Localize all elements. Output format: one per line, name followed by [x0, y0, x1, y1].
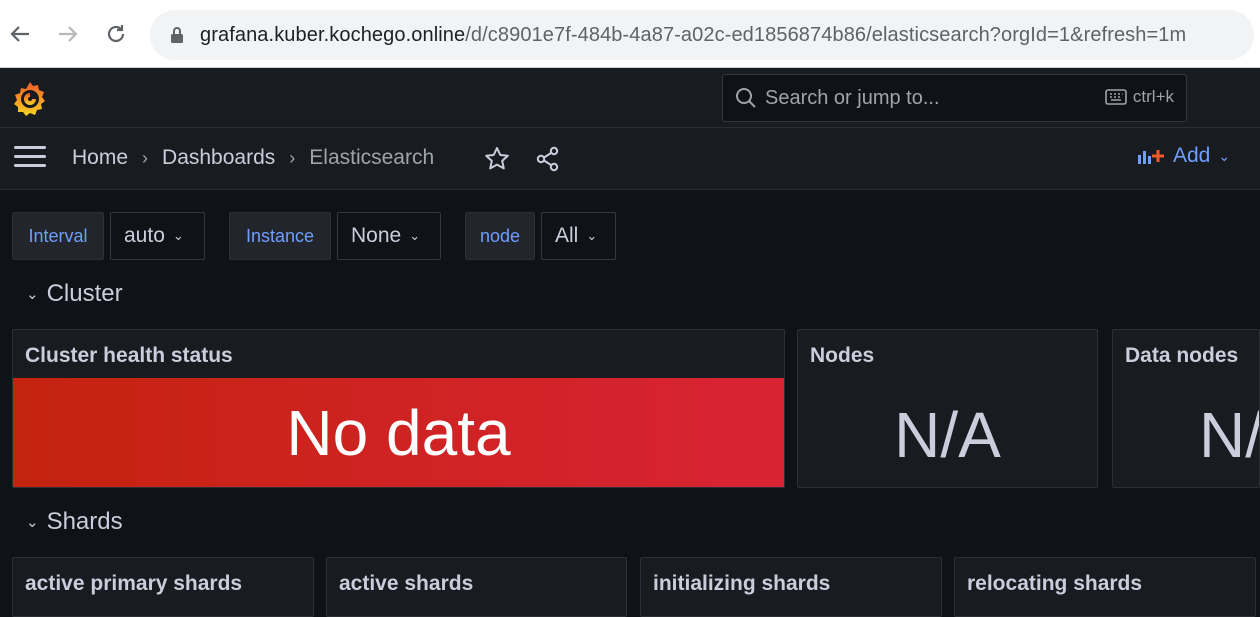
lock-icon: [171, 27, 183, 43]
chevron-down-icon: ⌄: [586, 228, 598, 243]
chevron-right-icon: ›: [289, 147, 296, 168]
search-input[interactable]: Search or jump to... ctrl+k: [722, 74, 1187, 122]
variable-value: auto: [124, 224, 165, 247]
url-host: grafana.kuber.kochego.online: [200, 23, 466, 46]
chevron-down-icon: ⌄: [172, 228, 184, 243]
back-button[interactable]: [4, 18, 36, 50]
share-icon[interactable]: [535, 146, 561, 172]
keyboard-icon: [1105, 89, 1127, 105]
arrow-right-icon: [59, 26, 78, 42]
variable-select-interval[interactable]: auto ⌄: [110, 212, 205, 260]
chevron-down-icon: ⌄: [1218, 147, 1231, 164]
variable-select-instance[interactable]: None ⌄: [337, 212, 441, 260]
stat-value: N/A: [894, 399, 1001, 471]
forward-button[interactable]: [52, 18, 84, 50]
variable-label-node: node: [465, 212, 535, 260]
variable-label-instance: Instance: [229, 212, 331, 260]
search-placeholder: Search or jump to...: [765, 86, 940, 109]
row-toggle-cluster[interactable]: ⌄ Cluster: [26, 280, 123, 308]
chevron-down-icon: ⌄: [26, 286, 39, 303]
panel-title: Cluster health status: [25, 344, 233, 367]
browser-toolbar: grafana.kuber.kochego.online/d/c8901e7f-…: [0, 0, 1260, 68]
breadcrumb: Home › Dashboards › Elasticsearch: [72, 146, 434, 170]
arrow-left-icon: [10, 26, 29, 42]
chevron-down-icon: ⌄: [26, 514, 39, 531]
panel-cluster-health: Cluster health status No data: [12, 329, 785, 488]
chevron-right-icon: ›: [142, 147, 149, 168]
panel-title: initializing shards: [653, 572, 831, 595]
panel-title: Data nodes: [1125, 344, 1239, 367]
panel-title: Nodes: [810, 344, 875, 367]
menu-icon[interactable]: [14, 146, 46, 170]
panel-title: active shards: [339, 572, 474, 595]
stat-value: N/A: [1199, 399, 1259, 471]
breadcrumb-home[interactable]: Home: [72, 146, 128, 170]
variable-select-node[interactable]: All ⌄: [541, 212, 616, 260]
grafana-logo-icon[interactable]: [12, 80, 48, 116]
url-text: grafana.kuber.kochego.online/d/c8901e7f-…: [200, 24, 1186, 47]
reload-button[interactable]: [100, 18, 132, 50]
panel-nodes: Nodes N/A: [797, 329, 1098, 488]
star-icon[interactable]: [484, 146, 510, 172]
reload-icon: [107, 25, 125, 43]
panel-title: active primary shards: [25, 572, 243, 595]
breadcrumb-current: Elasticsearch: [309, 146, 435, 169]
breadcrumb-dashboards[interactable]: Dashboards: [162, 146, 275, 170]
add-button[interactable]: Add ⌄: [1137, 144, 1230, 168]
keyboard-shortcut: ctrl+k: [1105, 87, 1174, 107]
chevron-down-icon: ⌄: [409, 228, 421, 243]
add-label: Add: [1173, 144, 1211, 167]
row-toggle-shards[interactable]: ⌄ Shards: [26, 508, 123, 536]
shortcut-label: ctrl+k: [1132, 87, 1174, 106]
panel-relocating-shards: relocating shards: [954, 557, 1256, 617]
variable-label-interval: Interval: [12, 212, 104, 260]
add-panel-icon: [1138, 150, 1164, 164]
panel-data-nodes: Data nodes N/A: [1112, 329, 1260, 488]
variable-value: None: [351, 224, 402, 247]
panel-initializing-shards: initializing shards: [640, 557, 942, 617]
no-data-value: No data: [13, 378, 784, 487]
grafana-topbar: Search or jump to... ctrl+k: [0, 68, 1260, 128]
breadcrumb-bar: Home › Dashboards › Elasticsearch Add ⌄: [0, 128, 1260, 190]
panel-active-primary-shards: active primary shards: [12, 557, 314, 617]
panel-title: relocating shards: [967, 572, 1143, 595]
address-bar[interactable]: grafana.kuber.kochego.online/d/c8901e7f-…: [150, 10, 1254, 60]
panel-active-shards: active shards: [326, 557, 627, 617]
variable-value: All: [555, 224, 579, 247]
row-title: Cluster: [46, 280, 123, 307]
row-title: Shards: [46, 508, 123, 535]
url-path: /d/c8901e7f-484b-4a87-a02c-ed1856874b86/…: [465, 23, 1187, 46]
search-icon: [736, 88, 756, 108]
